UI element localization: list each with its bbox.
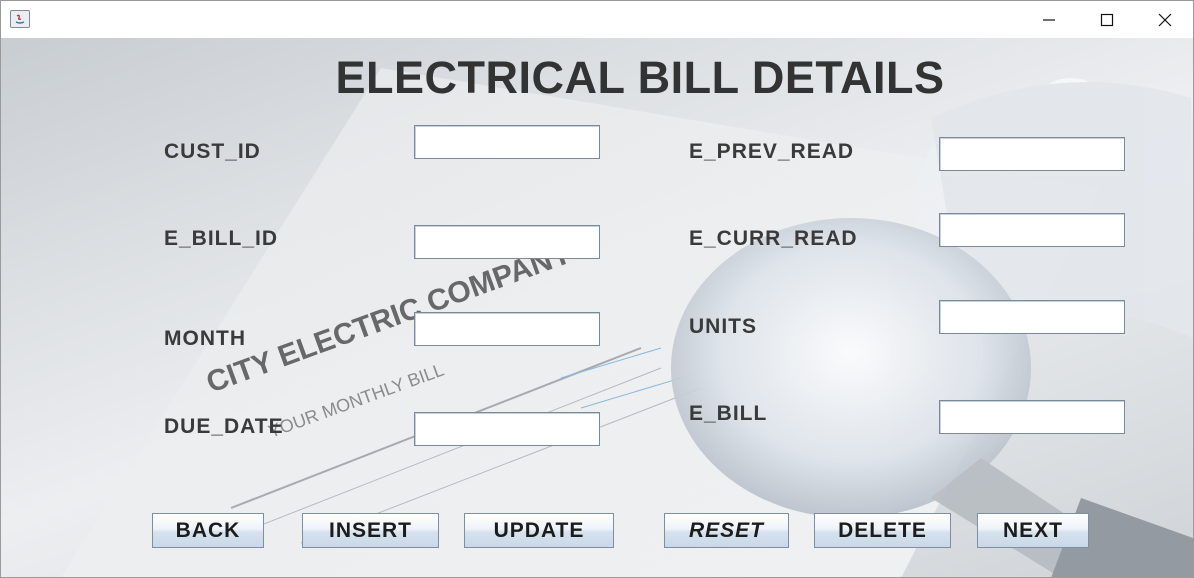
- e-bill-id-input[interactable]: [414, 225, 600, 259]
- e-curr-read-label: E_CURR_READ: [689, 227, 858, 250]
- cust-id-input[interactable]: [414, 125, 600, 159]
- close-button[interactable]: [1136, 1, 1193, 38]
- insert-button[interactable]: INSERT: [302, 513, 439, 548]
- reset-button[interactable]: RESET: [664, 513, 789, 548]
- e-curr-read-input[interactable]: [939, 213, 1125, 247]
- due-date-label: DUE_DATE: [164, 415, 284, 438]
- app-window: CITY ELECTRIC COMPANY YOUR MONTHLY BILL …: [0, 0, 1194, 578]
- minimize-icon: [1043, 19, 1055, 21]
- e-bill-label: E_BILL: [689, 402, 768, 425]
- month-input[interactable]: [414, 312, 600, 346]
- maximize-button[interactable]: [1078, 1, 1136, 38]
- close-icon: [1158, 13, 1172, 27]
- minimize-button[interactable]: [1020, 1, 1078, 38]
- cust-id-label: CUST_ID: [164, 140, 261, 163]
- units-label: UNITS: [689, 315, 757, 338]
- page-title: ELECTRICAL BILL DETAILS: [335, 52, 945, 103]
- month-label: MONTH: [164, 327, 246, 350]
- e-prev-read-input[interactable]: [939, 137, 1125, 171]
- update-button[interactable]: UPDATE: [464, 513, 614, 548]
- maximize-icon: [1100, 13, 1114, 27]
- e-bill-input[interactable]: [939, 400, 1125, 434]
- units-input[interactable]: [939, 300, 1125, 334]
- delete-button[interactable]: DELETE: [814, 513, 951, 548]
- due-date-input[interactable]: [414, 412, 600, 446]
- java-app-icon: [10, 10, 30, 28]
- back-button[interactable]: BACK: [152, 513, 264, 548]
- form-panel: CITY ELECTRIC COMPANY YOUR MONTHLY BILL …: [1, 38, 1193, 577]
- title-bar[interactable]: [1, 1, 1193, 38]
- next-button[interactable]: NEXT: [977, 513, 1089, 548]
- e-bill-id-label: E_BILL_ID: [164, 227, 279, 250]
- e-prev-read-label: E_PREV_READ: [689, 140, 855, 163]
